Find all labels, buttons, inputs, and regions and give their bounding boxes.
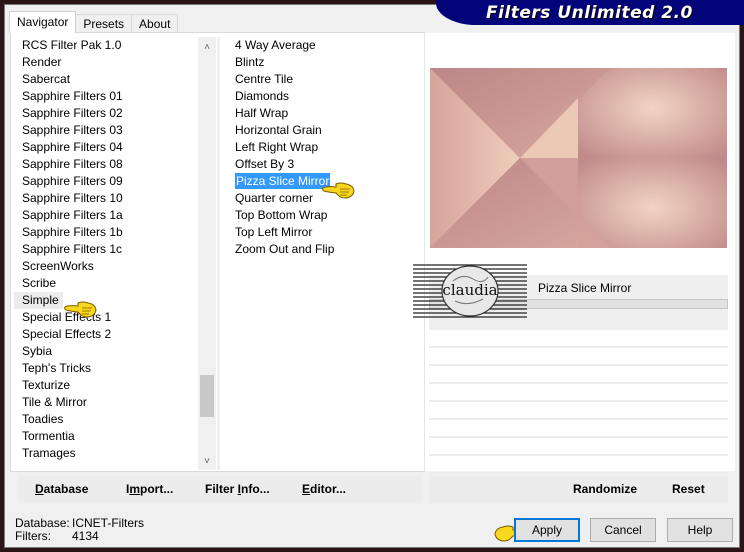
filter-item[interactable]: Blintz <box>221 54 421 71</box>
filter-item[interactable]: Horizontal Grain <box>221 122 421 139</box>
category-item[interactable]: Tormentia <box>14 428 198 445</box>
category-item[interactable]: Sapphire Filters 1b <box>14 224 198 241</box>
filter-info-button[interactable]: Filter Info... <box>205 482 270 496</box>
filter-item-label: Left Right Wrap <box>235 140 319 154</box>
randomize-button[interactable]: Randomize <box>573 482 637 496</box>
category-item[interactable]: Sapphire Filters 10 <box>14 190 198 207</box>
apply-button[interactable]: Apply <box>514 518 580 542</box>
filters-count-label: Filters: <box>15 529 51 543</box>
list-divider <box>217 37 220 470</box>
chevron-up-icon[interactable]: ˄ <box>198 39 216 56</box>
cancel-button[interactable]: Cancel <box>590 518 656 542</box>
editor-button[interactable]: Editor... <box>302 482 346 496</box>
filter-item[interactable]: Quarter corner <box>221 190 421 207</box>
category-item[interactable]: Sapphire Filters 08 <box>14 156 198 173</box>
tab-about[interactable]: About <box>131 14 179 33</box>
category-scrollbar[interactable]: ˄ ˅ <box>198 37 216 470</box>
import-button[interactable]: Import... <box>126 482 173 496</box>
category-item[interactable]: Sapphire Filters 1c <box>14 241 198 258</box>
category-item[interactable]: Sapphire Filters 09 <box>14 173 198 190</box>
filter-item-label: Zoom Out and Flip <box>235 242 335 256</box>
category-item[interactable]: Special Effects 2 <box>14 326 198 343</box>
category-item[interactable]: Sapphire Filters 03 <box>14 122 198 139</box>
chevron-down-icon[interactable]: ˅ <box>198 453 216 470</box>
filter-item-label: Half Wrap <box>235 106 289 120</box>
category-item[interactable]: Tramages <box>14 445 198 462</box>
category-item[interactable]: ScreenWorks <box>14 258 198 275</box>
category-item[interactable]: Sybia <box>14 343 198 360</box>
filter-preview-image <box>430 68 727 248</box>
category-item[interactable]: Tile & Mirror <box>14 394 198 411</box>
category-item[interactable]: Texturize <box>14 377 198 394</box>
filter-item-label: Horizontal Grain <box>235 123 322 137</box>
category-list[interactable]: RCS Filter Pak 1.0 Render Sabercat Sapphire… <box>14 37 198 467</box>
category-item[interactable]: RCS Filter Pak 1.0 <box>14 37 198 54</box>
filter-item[interactable]: Top Left Mirror <box>221 224 421 241</box>
navigator-button-bar: Database Import... Filter Info... Editor… <box>19 476 422 503</box>
scrollbar-thumb[interactable] <box>200 375 214 417</box>
category-item[interactable]: Render <box>14 54 198 71</box>
pointing-hand-icon <box>322 182 355 199</box>
category-item[interactable]: Toadies <box>14 411 198 428</box>
category-item[interactable]: Special Effects 1 <box>14 309 198 326</box>
filter-item-label: Diamonds <box>235 89 290 103</box>
brand-banner: Filters Unlimited 2.0 <box>436 0 744 25</box>
reset-button[interactable]: Reset <box>672 482 705 496</box>
category-item[interactable]: Teph's Tricks <box>14 360 198 377</box>
filter-item[interactable]: Offset By 3 <box>221 156 421 173</box>
watermark-logo: claudia <box>413 264 527 318</box>
tab-presets[interactable]: Presets <box>75 14 133 33</box>
category-item[interactable]: Sapphire Filters 1a <box>14 207 198 224</box>
filter-item[interactable]: Diamonds <box>221 88 421 105</box>
filter-item-label: Centre Tile <box>235 72 294 86</box>
category-item[interactable]: Scribe <box>14 275 198 292</box>
filter-item-label: Blintz <box>235 55 265 69</box>
category-item[interactable]: Sapphire Filters 04 <box>14 139 198 156</box>
pointing-hand-icon <box>64 301 97 318</box>
filter-item-label: Top Bottom Wrap <box>235 208 328 222</box>
category-item[interactable]: Simple <box>14 292 63 309</box>
filter-item-label: Offset By 3 <box>235 157 295 171</box>
filter-item[interactable]: Half Wrap <box>221 105 421 122</box>
tab-bar: Navigator Presets About <box>9 11 179 33</box>
watermark-text: claudia <box>442 281 497 299</box>
selected-filter-name: Pizza Slice Mirror <box>538 281 632 295</box>
database-button[interactable]: Database <box>35 482 88 496</box>
filter-item[interactable]: Top Bottom Wrap <box>221 207 421 224</box>
database-value: ICNET-Filters <box>72 516 144 530</box>
filter-item-label: 4 Way Average <box>235 38 316 52</box>
filter-item[interactable]: Zoom Out and Flip <box>221 241 421 258</box>
filter-item-label: Pizza Slice Mirror <box>235 173 331 189</box>
help-button[interactable]: Help <box>667 518 733 542</box>
preview-button-bar: Randomize Reset <box>429 476 728 503</box>
category-item[interactable]: Sapphire Filters 02 <box>14 105 198 122</box>
filter-item[interactable]: Centre Tile <box>221 71 421 88</box>
status-area: Database: ICNET-Filters Filters: 4134 <box>15 517 144 543</box>
tab-navigator[interactable]: Navigator <box>9 11 77 33</box>
filter-item[interactable]: Pizza Slice Mirror <box>221 173 421 190</box>
filter-item-label: Top Left Mirror <box>235 225 313 239</box>
filter-item[interactable]: Left Right Wrap <box>221 139 421 156</box>
filters-count-value: 4134 <box>72 529 99 543</box>
category-item[interactable]: Sabercat <box>14 71 198 88</box>
parameter-lines <box>429 346 728 490</box>
category-item[interactable]: Sapphire Filters 01 <box>14 88 198 105</box>
filter-item-label: Quarter corner <box>235 191 314 205</box>
filter-item[interactable]: 4 Way Average <box>221 37 421 54</box>
filter-list[interactable]: 4 Way Average Blintz Centre Tile Diamonds Ha… <box>221 37 421 467</box>
